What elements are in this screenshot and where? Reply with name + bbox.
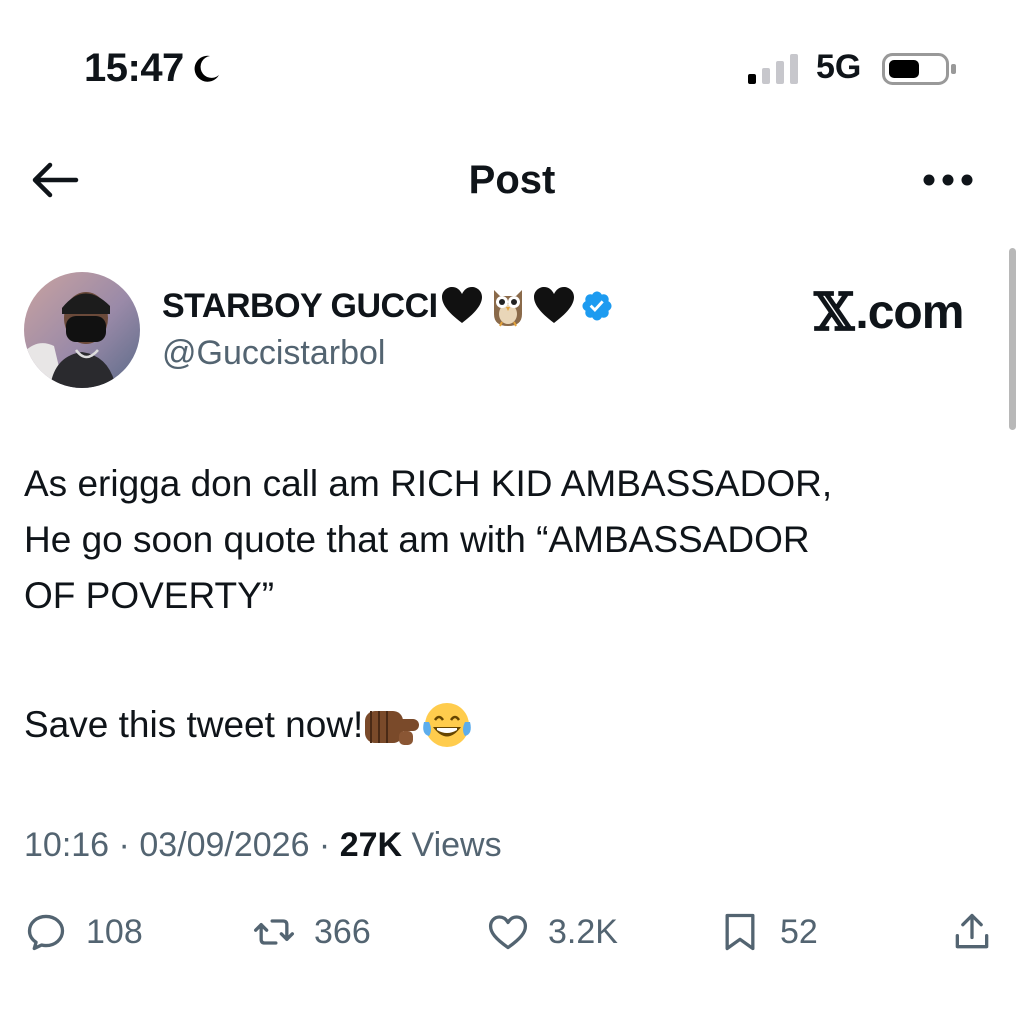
bookmark-count: 52 bbox=[780, 912, 818, 951]
owl-emoji-icon bbox=[493, 290, 522, 327]
watermark-domain: .com bbox=[855, 286, 964, 339]
share-button[interactable] bbox=[950, 910, 994, 954]
author-name-row: STARBOY GUCCI bbox=[162, 284, 614, 328]
status-time: 15:47 bbox=[84, 46, 222, 91]
battery-icon bbox=[882, 53, 956, 85]
repost-icon bbox=[254, 919, 294, 945]
like-button[interactable]: 3.2K bbox=[486, 910, 618, 954]
views-count: 27K bbox=[339, 826, 403, 864]
black-heart-emoji-icon bbox=[441, 287, 482, 323]
network-type: 5G bbox=[816, 48, 862, 86]
share-icon bbox=[955, 913, 989, 949]
x-com-watermark: 𝕏 .com bbox=[814, 282, 964, 343]
reply-button[interactable]: 108 bbox=[24, 910, 143, 954]
tears-of-joy-emoji-icon bbox=[423, 703, 472, 747]
author-handle[interactable]: @Guccistarbol bbox=[162, 334, 385, 373]
status-time-text: 15:47 bbox=[84, 46, 184, 90]
repost-button[interactable]: 366 bbox=[252, 910, 371, 954]
tweet-meta: 10:16 · 03/09/2026 · 27K Views bbox=[24, 826, 502, 864]
bookmark-icon bbox=[725, 913, 755, 951]
avatar[interactable] bbox=[24, 272, 140, 388]
like-count: 3.2K bbox=[548, 912, 618, 951]
views-label[interactable]: Views bbox=[412, 826, 502, 864]
heart-icon bbox=[488, 915, 528, 950]
tweet-date: 03/09/2026 bbox=[139, 826, 310, 864]
signal-icon bbox=[748, 54, 798, 84]
tweet-save-text: Save this tweet now! bbox=[24, 704, 364, 745]
tweet-save-line: Save this tweet now! bbox=[24, 700, 473, 750]
bookmark-button[interactable]: 52 bbox=[718, 910, 818, 954]
avatar-image bbox=[24, 272, 140, 388]
tweet-line: OF POVERTY” bbox=[24, 575, 275, 616]
author-display-name[interactable]: STARBOY GUCCI bbox=[162, 287, 438, 326]
more-options-icon[interactable] bbox=[920, 170, 976, 190]
pointing-fist-emoji-icon bbox=[365, 711, 420, 745]
tweet-line: He go soon quote that am with “AMBASSADO… bbox=[24, 519, 810, 560]
tweet-line: As erigga don call am RICH KID AMBASSADO… bbox=[24, 463, 833, 504]
verified-badge-icon bbox=[582, 291, 612, 321]
moon-icon bbox=[194, 55, 219, 82]
black-heart-emoji-icon bbox=[533, 287, 574, 323]
x-logo-icon: 𝕏 bbox=[814, 282, 854, 343]
reply-count: 108 bbox=[86, 912, 143, 951]
page-title: Post bbox=[468, 158, 556, 202]
repost-count: 366 bbox=[314, 912, 371, 951]
tweet-time: 10:16 bbox=[24, 826, 110, 864]
scrollbar[interactable] bbox=[1009, 248, 1016, 430]
name-emojis bbox=[441, 284, 614, 328]
reply-icon bbox=[27, 914, 65, 951]
tweet-text: As erigga don call am RICH KID AMBASSADO… bbox=[24, 456, 1004, 624]
